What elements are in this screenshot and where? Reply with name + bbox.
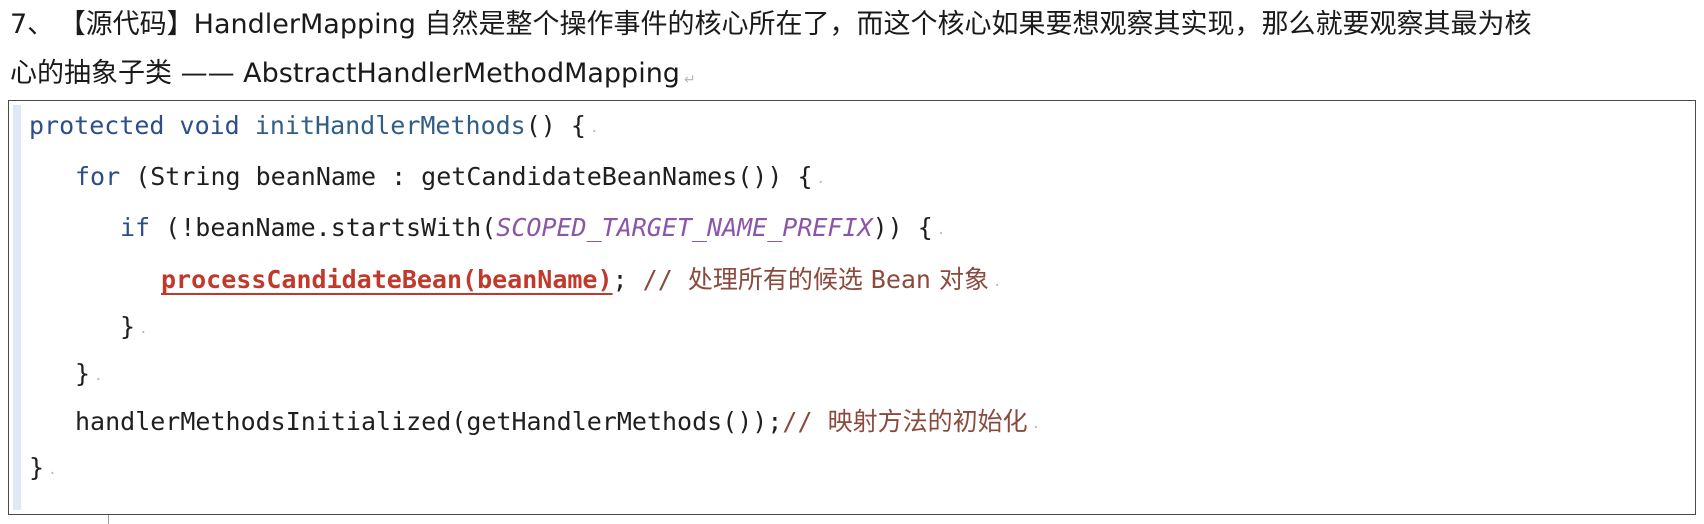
section-number: 7、 bbox=[10, 9, 55, 40]
paragraph-mark-icon: · bbox=[589, 124, 599, 140]
paragraph-mark-icon: · bbox=[816, 175, 825, 191]
code-line-3: if (!beanName.startsWith(SCOPED_TARGET_N… bbox=[120, 211, 945, 251]
code-text: ; bbox=[612, 265, 628, 294]
paragraph-mark-icon: · bbox=[139, 325, 148, 341]
paragraph-mark-icon: · bbox=[1031, 420, 1041, 436]
highlighted-call: processCandidateBean(beanName) bbox=[161, 265, 613, 294]
code-line-2: for (String beanName : getCandidateBeanN… bbox=[75, 160, 825, 200]
code-line-1: protected void initHandlerMethods() {· bbox=[29, 109, 598, 149]
section-heading: 7、 【源代码】HandlerMapping 自然是整个操作事件的核心所在了，而这… bbox=[10, 0, 1700, 105]
paragraph-mark-icon: · bbox=[48, 466, 57, 482]
code-text: } bbox=[120, 312, 136, 341]
keyword-if: if bbox=[120, 213, 151, 242]
heading-line-2: 心的抽象子类 —— AbstractHandlerMethodMapping ↵ bbox=[10, 49, 1700, 105]
code-text: handlerMethodsInitialized(getHandlerMeth… bbox=[75, 407, 783, 436]
heading-text-1: 【源代码】HandlerMapping 自然是整个操作事件的核心所在了，而这个核… bbox=[72, 9, 1532, 40]
code-text: } bbox=[29, 453, 45, 482]
constant-name: SCOPED_TARGET_NAME_PREFIX bbox=[496, 213, 873, 242]
code-line-8: } · bbox=[29, 451, 57, 491]
code-line-6: } · bbox=[75, 357, 103, 397]
code-block-inner: protected void initHandlerMethods() {· f… bbox=[13, 105, 1691, 510]
paragraph-mark-icon: ↵ bbox=[683, 72, 696, 88]
code-line-5: } · bbox=[120, 310, 148, 350]
heading-text-2: 心的抽象子类 —— AbstractHandlerMethodMapping bbox=[10, 58, 680, 89]
code-line-4: processCandidateBean(beanName); // 处理所有的… bbox=[161, 263, 1001, 303]
code-text: } bbox=[75, 359, 91, 388]
keyword-protected: protected bbox=[29, 111, 165, 140]
code-comment: // 处理所有的候选 Bean 对象 bbox=[627, 265, 989, 294]
code-comment: // 映射方法的初始化 bbox=[782, 407, 1028, 436]
keyword-void: void bbox=[179, 111, 240, 140]
code-line-7: handlerMethodsInitialized(getHandlerMeth… bbox=[75, 405, 1040, 445]
keyword-for: for bbox=[75, 162, 121, 191]
paragraph-mark-icon: · bbox=[992, 278, 1002, 294]
code-text: (!beanName.startsWith( bbox=[150, 213, 497, 242]
code-block: protected void initHandlerMethods() {· f… bbox=[8, 100, 1696, 515]
code-text: () { bbox=[525, 111, 586, 140]
code-text: )) { bbox=[872, 213, 933, 242]
paragraph-mark-icon: · bbox=[936, 226, 946, 242]
method-name: initHandlerMethods bbox=[254, 111, 526, 140]
heading-line-1: 7、 【源代码】HandlerMapping 自然是整个操作事件的核心所在了，而这… bbox=[10, 0, 1700, 49]
paragraph-mark-icon: · bbox=[94, 372, 103, 388]
text-cursor-mark bbox=[108, 515, 109, 524]
code-text: (String beanName : getCandidateBeanNames… bbox=[120, 162, 813, 191]
